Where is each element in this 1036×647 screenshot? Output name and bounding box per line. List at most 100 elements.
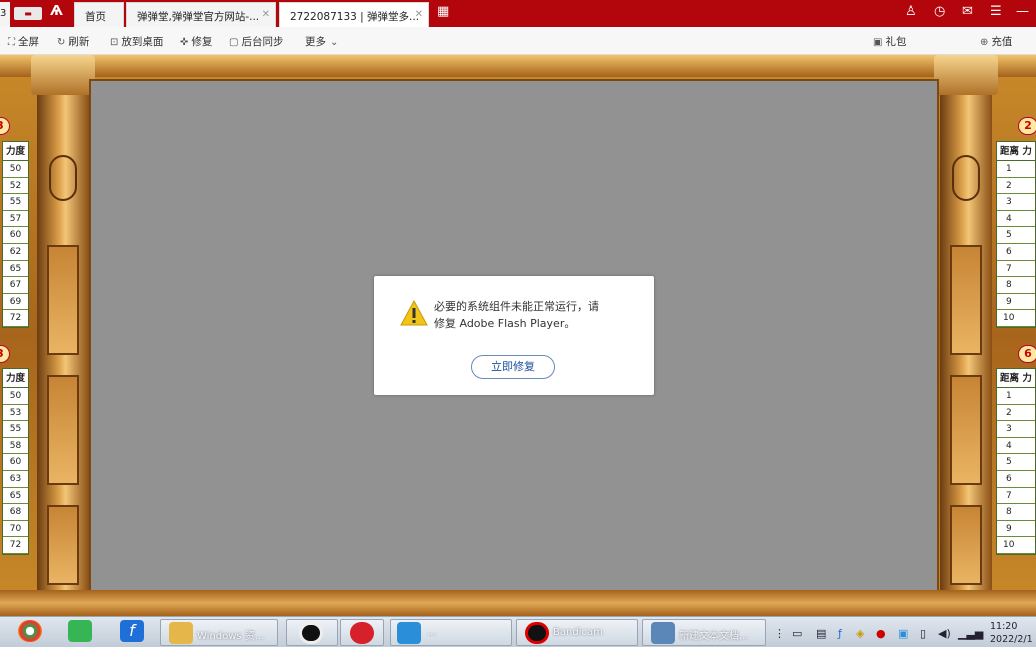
taskbar-item-game[interactable]: ... — [390, 619, 512, 646]
recharge-icon: ⊕ — [980, 37, 989, 48]
taskbar-item-explorer[interactable]: Windows 资... — [160, 619, 278, 646]
gift-button[interactable]: ▣ 礼包 — [873, 34, 906, 49]
signal-icon[interactable]: ▁▃▅ — [958, 627, 983, 640]
close-icon[interactable]: ✕ — [415, 9, 423, 20]
pillar-panel — [950, 505, 982, 585]
more-label: 更多 — [305, 36, 326, 48]
table-cell: 65 — [3, 260, 28, 278]
tab-home[interactable]: 首页 — [74, 2, 124, 27]
table-cell: 3 — [997, 421, 1035, 438]
table-cell: 2 — [997, 177, 1035, 195]
browser-tab-bar: 3 ▬ Ѧ 首页 弹弹堂,弹弹堂官方网站-... ✕ 2722087133 | … — [0, 0, 1036, 27]
dialog-message: 必要的系统组件未能正常运行，请 修复 Adobe Flash Player。 — [434, 298, 634, 332]
pillar-ornament — [49, 155, 77, 201]
tab-partial[interactable]: 3 — [0, 2, 10, 27]
table-cell: 9 — [997, 293, 1035, 311]
right-table-badge: 2 — [1018, 117, 1036, 135]
warning-icon — [400, 300, 428, 326]
shirt-icon[interactable]: ♙ — [905, 4, 917, 19]
table-cell: 1 — [997, 388, 1035, 405]
background-sync-button[interactable]: ▢ 后台同步 — [229, 34, 283, 49]
more-button[interactable]: 更多 ⌄ — [305, 34, 341, 49]
table-cell: 60 — [3, 454, 28, 471]
volume-icon[interactable]: ◀) — [938, 627, 951, 640]
dialog-message-line: 必要的系统组件未能正常运行，请 — [434, 300, 599, 313]
tab-game[interactable]: 2722087133 | 弹弹堂多... ✕ — [279, 2, 429, 27]
notepad-icon — [651, 622, 675, 644]
table-cell: 1 — [997, 161, 1035, 178]
pillar-panel — [950, 245, 982, 355]
pillar-ornament — [952, 155, 980, 201]
chrome-icon[interactable] — [18, 620, 42, 642]
tray-network-app-icon[interactable]: ▣ — [898, 627, 908, 640]
taskbar-item-record[interactable] — [286, 619, 338, 646]
taskbar-item-bandicam[interactable]: Bandicam — [516, 619, 638, 646]
tray-app-icon[interactable]: ▤ — [816, 627, 826, 640]
sync-icon: ▢ — [229, 37, 239, 48]
table-cell: 55 — [3, 194, 28, 211]
close-icon[interactable]: ✕ — [262, 9, 270, 20]
fullscreen-icon: ⛶ — [8, 37, 15, 48]
table-header: 距离 力 — [997, 369, 1035, 388]
taskbar-item-label: ... — [427, 627, 437, 638]
account-icon[interactable]: Ѧ — [50, 4, 63, 19]
table-cell: 63 — [3, 470, 28, 488]
table-cell: 53 — [3, 404, 28, 422]
right-pillar — [934, 55, 998, 616]
repair-now-button[interactable]: 立即修复 — [471, 355, 555, 379]
taskbar-item-label: Windows 资... — [197, 631, 265, 642]
table-cell: 67 — [3, 277, 28, 294]
right-distance-table-2: 距离 力 1 2 3 4 5 6 7 8 9 10 — [996, 368, 1036, 555]
table-cell: 72 — [3, 310, 28, 327]
table-cell: 72 — [3, 537, 28, 554]
repair-label: 修复 — [191, 36, 213, 48]
desktop-button[interactable]: ⊡ 放到桌面 — [110, 34, 163, 49]
flash-icon[interactable]: f — [120, 620, 144, 642]
tab-label: 首页 — [85, 11, 106, 23]
dialog-message-line: 修复 Adobe Flash Player。 — [434, 317, 576, 330]
pillar-panel — [950, 375, 982, 485]
desktop-icon: ⊡ — [110, 37, 119, 48]
fullscreen-button[interactable]: ⛶ 全屏 — [8, 34, 39, 49]
menu-icon[interactable]: ☰ — [990, 4, 1002, 19]
left-power-table-1: 力度 50 52 55 57 60 62 65 67 69 72 — [2, 141, 29, 328]
table-cell: 7 — [997, 487, 1035, 505]
pillar-panel — [47, 245, 79, 355]
distance-header: 距离 — [1000, 146, 1020, 157]
table-cell: 2 — [997, 404, 1035, 422]
table-cell: 8 — [997, 504, 1035, 521]
fullscreen-label: 全屏 — [18, 36, 39, 48]
right-table-badge: 6 — [1018, 345, 1036, 363]
tray-shield-icon[interactable]: ◈ — [856, 627, 864, 640]
table-cell: 5 — [997, 454, 1035, 471]
tray-battery-icon[interactable]: ▯ — [920, 627, 926, 640]
recharge-button[interactable]: ⊕ 充值 — [980, 34, 1012, 49]
frame-top — [0, 55, 1036, 77]
table-cell: 4 — [997, 210, 1035, 228]
desktop-label: 放到桌面 — [121, 36, 164, 48]
left-power-table-2: 力度 50 53 55 58 60 63 65 68 70 72 — [2, 368, 29, 555]
minimize-icon[interactable]: — — [1016, 4, 1029, 19]
clock-icon[interactable]: ◷ — [934, 4, 945, 19]
table-cell: 50 — [3, 388, 28, 405]
taskbar-item-music[interactable] — [340, 619, 384, 646]
repair-icon: ✜ — [180, 37, 189, 48]
refresh-icon: ↻ — [57, 37, 66, 48]
refresh-label: 刷新 — [68, 36, 90, 48]
tab-official-site[interactable]: 弹弹堂,弹弹堂官方网站-... ✕ — [126, 2, 276, 27]
background-sync-label: 后台同步 — [241, 36, 284, 48]
refresh-button[interactable]: ↻ 刷新 — [57, 34, 89, 49]
mail-icon[interactable]: ✉ — [962, 4, 973, 19]
netease-music-icon — [350, 622, 374, 644]
grid-icon[interactable]: ▦ — [437, 4, 449, 19]
table-cell: 10 — [997, 537, 1035, 554]
taskbar-clock[interactable]: 11:20 2022/2/1 — [990, 620, 1033, 646]
wechat-icon[interactable] — [68, 620, 92, 642]
tray-flash-icon[interactable]: ƒ — [838, 627, 842, 640]
table-cell: 10 — [997, 310, 1035, 327]
taskbar-item-notepad[interactable]: 新建文本文档... — [642, 619, 766, 646]
repair-toolbar-button[interactable]: ✜ 修复 — [180, 34, 212, 49]
table-cell: 6 — [997, 470, 1035, 488]
recharge-label: 充值 — [991, 36, 1013, 48]
tray-record-icon[interactable]: ● — [876, 627, 886, 640]
